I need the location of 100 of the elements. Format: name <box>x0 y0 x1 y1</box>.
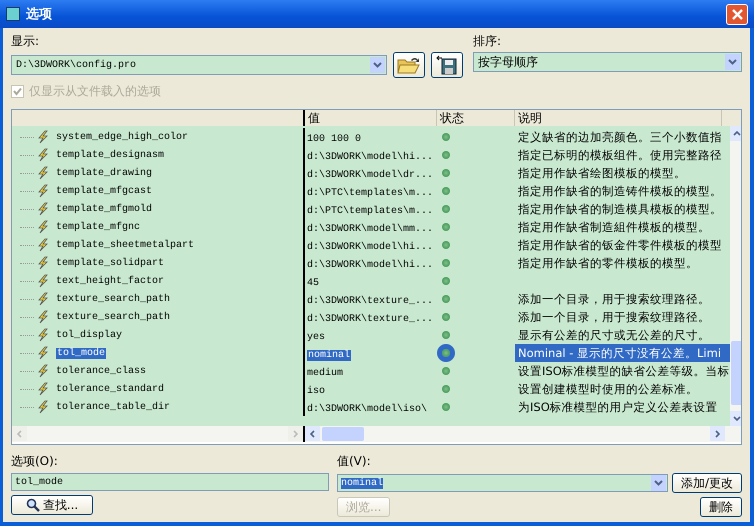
option-description: 指定用作缺省的制造铸件模板的模型。 <box>518 184 722 198</box>
close-button[interactable] <box>726 4 748 24</box>
scroll-left-icon <box>305 426 320 441</box>
status-icon <box>442 151 450 159</box>
lightning-icon <box>36 310 50 324</box>
option-row[interactable]: tolerance_class medium 设置ISO标准模型的缺省公差等级。当标 <box>12 362 730 380</box>
option-name: template_designasm <box>56 150 164 160</box>
sort-label: 排序: <box>473 33 502 49</box>
option-row[interactable]: tolerance_standard iso 设置创建模型时使用的公差标准。 <box>12 380 730 398</box>
lightning-icon <box>36 220 50 234</box>
status-icon <box>442 133 450 141</box>
option-row[interactable]: tol_mode nominal Nominal - 显示的尺寸没有公差。Limi <box>12 344 730 362</box>
option-row[interactable]: template_mfgmold d:\PTC\templates\m... 指定用作缺省的制造模具模板的模型。 <box>12 200 730 218</box>
add-change-button[interactable]: 添加/更改 <box>672 473 742 493</box>
option-name: tol_mode <box>56 348 106 358</box>
option-row[interactable]: texture_search_path d:\3DWORK\texture_... 添加一个目录，用于搜索纹理路径。 <box>12 290 730 308</box>
lightning-icon <box>36 292 50 306</box>
option-value: d:\PTC\templates\m... <box>307 206 434 216</box>
lightning-icon <box>36 202 50 216</box>
option-name: template_sheetmetalpart <box>56 240 194 250</box>
option-description: Nominal - 显示的尺寸没有公差。Limi <box>518 346 722 360</box>
window-title: 选项 <box>26 6 53 23</box>
option-description: 指定已标明的模板组件。使用完整路径 <box>518 148 722 162</box>
option-name: template_drawing <box>56 168 152 178</box>
status-icon <box>442 295 450 303</box>
status-icon <box>442 169 450 177</box>
option-row[interactable]: tol_display yes 显示有公差的尺寸或无公差的尺寸。 <box>12 326 730 344</box>
status-icon <box>442 385 450 393</box>
option-name: template_mfgcast <box>56 186 152 196</box>
option-row[interactable]: system_edge_high_color 100 100 0 定义缺省的边加亮颜色。三个小数值指 <box>12 128 730 146</box>
option-row[interactable]: template_solidpart d:\3DWORK\model\hi... 指定用作缺省的零件模板的模型。 <box>12 254 730 272</box>
option-description: 指定用作缺省制造組件模板的模型。 <box>518 220 710 234</box>
open-folder-button[interactable] <box>393 52 425 78</box>
scroll-right-icon <box>710 426 725 441</box>
lightning-icon <box>36 400 50 414</box>
option-row[interactable]: text_height_factor 45 <box>12 272 730 290</box>
option-value: d:\3DWORK\model\iso\ <box>307 404 428 414</box>
horizontal-scrollbar[interactable] <box>12 426 305 442</box>
option-name: template_mfgmold <box>56 204 152 214</box>
option-name: texture_search_path <box>56 312 170 322</box>
lightning-icon <box>36 238 50 252</box>
option-name: tolerance_class <box>56 366 146 376</box>
status-icon <box>442 331 450 339</box>
option-row[interactable]: template_drawing d:\3DWORK\model\dr... 指定用作缺省绘图模板的模型。 <box>12 164 730 182</box>
close-icon <box>730 8 744 20</box>
sort-dropdown[interactable]: 按字母顺序 <box>473 52 742 72</box>
option-description: 定义缺省的边加亮颜色。三个小数值指 <box>518 130 722 144</box>
lightning-icon <box>36 130 50 144</box>
vertical-scrollbar[interactable] <box>730 126 741 426</box>
option-value: d:\3DWORK\model\hi... <box>307 260 434 270</box>
horizontal-scrollbar[interactable] <box>305 426 725 442</box>
status-icon <box>442 277 450 285</box>
lightning-icon <box>36 256 50 270</box>
lightning-icon <box>36 346 50 360</box>
option-name: tolerance_standard <box>56 384 164 394</box>
window-icon <box>6 7 20 21</box>
option-row[interactable]: tolerance_table_dir d:\3DWORK\model\iso\ 为ISO标准模型的用户定义公差表设置 <box>12 398 730 416</box>
option-row[interactable]: template_sheetmetalpart d:\3DWORK\model\hi... 指定用作缺省的钣金件零件模板的模型 <box>12 236 730 254</box>
option-name: template_solidpart <box>56 258 164 268</box>
option-input-field[interactable]: tol_mode <box>11 473 329 491</box>
option-description: 指定用作缺省的制造模具模板的模型。 <box>518 202 722 216</box>
checkbox-tick-icon <box>11 85 24 98</box>
lightning-icon <box>36 328 50 342</box>
option-value: d:\3DWORK\model\hi... <box>307 152 434 162</box>
save-button[interactable] <box>431 52 463 78</box>
status-icon <box>442 313 450 321</box>
option-name: texture_search_path <box>56 294 170 304</box>
option-row[interactable]: template_mfgcast d:\PTC\templates\m... 指定用作缺省的制造铸件模板的模型。 <box>12 182 730 200</box>
option-row[interactable]: template_mfgnc d:\3DWORK\model\mm... 指定用作缺省制造組件模板的模型。 <box>12 218 730 236</box>
option-value: d:\3DWORK\texture_... <box>307 296 434 306</box>
status-icon <box>442 205 450 213</box>
delete-button[interactable]: 删除 <box>700 497 742 517</box>
option-name: text_height_factor <box>56 276 164 286</box>
option-description: 添加一个目录，用于搜索纹理路径。 <box>518 292 710 306</box>
folder-icon <box>397 55 421 75</box>
lightning-icon <box>36 148 50 162</box>
lightning-icon <box>36 274 50 288</box>
option-description: 添加一个目录，用于搜索纹理路径。 <box>518 310 710 324</box>
lightning-icon <box>36 166 50 180</box>
status-icon <box>442 367 450 375</box>
option-value: 45 <box>307 278 320 288</box>
option-description: 设置ISO标准模型的缺省公差等级。当标 <box>518 364 730 378</box>
option-value: d:\3DWORK\texture_... <box>307 314 434 324</box>
find-button[interactable]: 查找... <box>11 495 93 515</box>
display-dropdown[interactable]: D:\3DWORK\config.pro <box>11 55 387 75</box>
option-value: nominal <box>307 350 352 360</box>
option-value: 100 100 0 <box>307 134 362 144</box>
scroll-thumb[interactable] <box>322 427 364 441</box>
status-icon <box>442 223 450 231</box>
scroll-up-icon <box>730 126 741 141</box>
checkbox-label: 仅显示从文件载入的选项 <box>29 83 161 100</box>
option-description: 设置创建模型时使用的公差标准。 <box>518 382 698 396</box>
status-icon <box>442 187 450 195</box>
value-input-field[interactable]: nominal <box>337 474 668 492</box>
scroll-thumb[interactable] <box>730 341 741 405</box>
option-row[interactable]: texture_search_path d:\3DWORK\texture_... 添加一个目录，用于搜索纹理路径。 <box>12 308 730 326</box>
status-icon <box>442 241 450 249</box>
display-label: 显示: <box>11 33 40 49</box>
value-label: 值(V): <box>337 453 372 469</box>
option-row[interactable]: template_designasm d:\3DWORK\model\hi... 指定已标明的模板组件。使用完整路径 <box>12 146 730 164</box>
